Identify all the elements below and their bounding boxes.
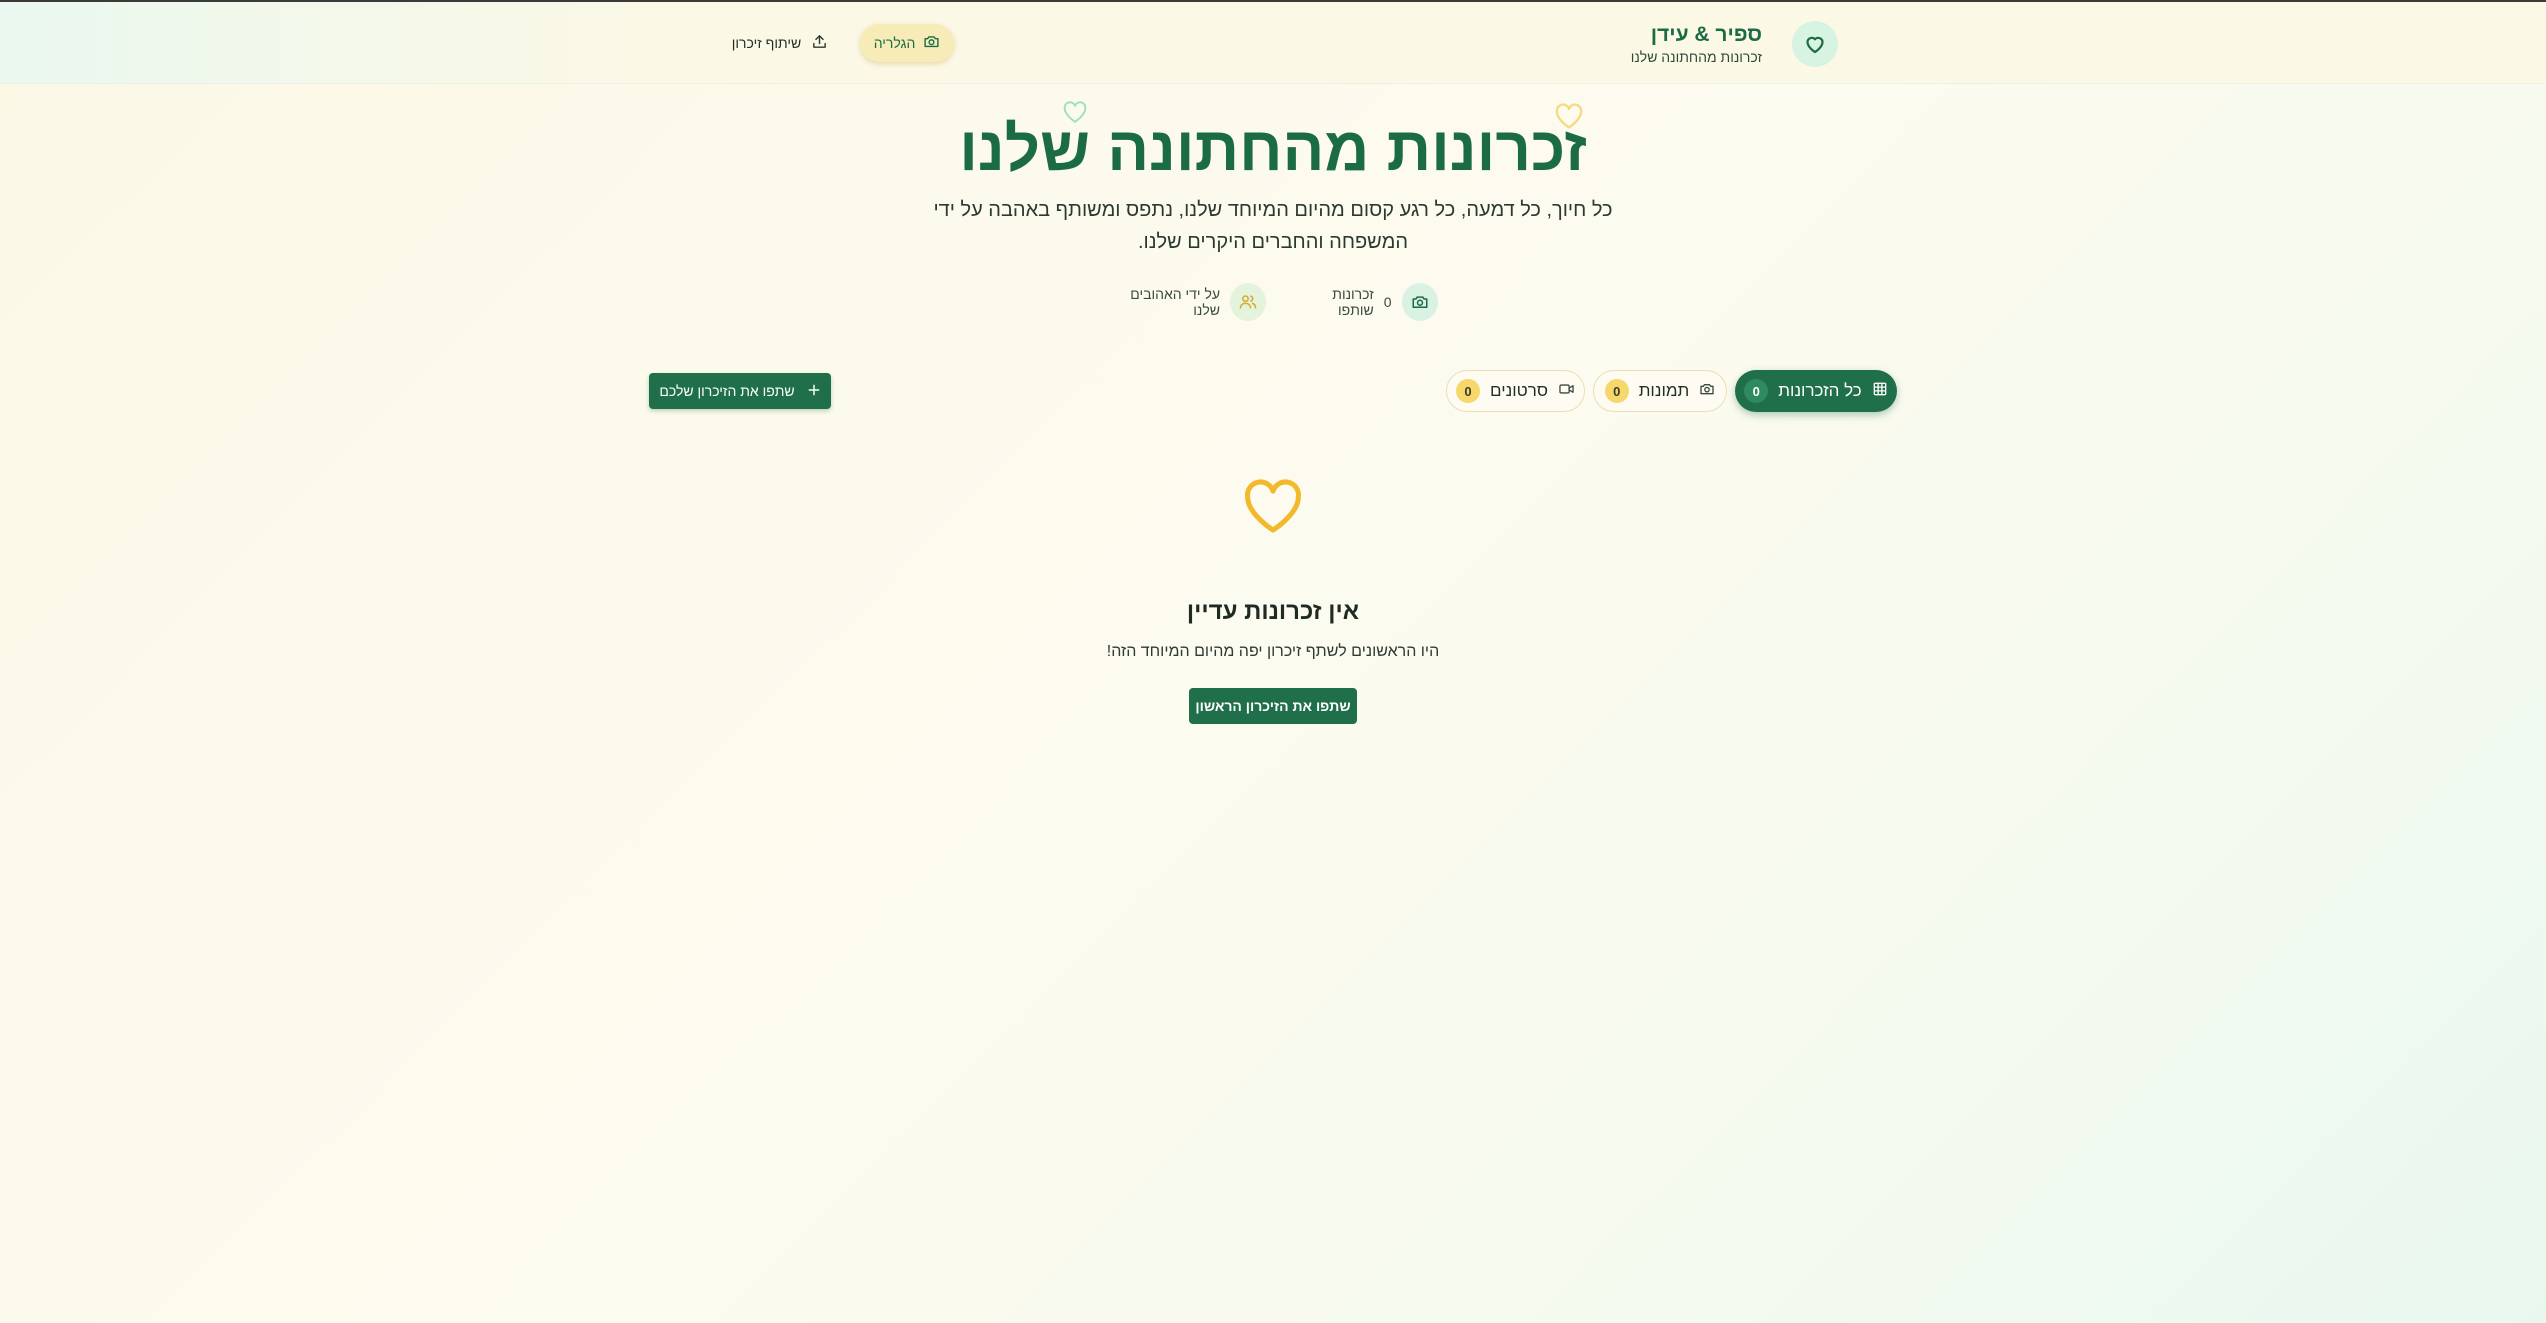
nav-gallery-label: הגלריה bbox=[873, 35, 916, 51]
grid-icon bbox=[1872, 381, 1888, 402]
brand-name: ספיר & עידן bbox=[1650, 23, 1762, 46]
heart-icon bbox=[1792, 21, 1838, 67]
stat-memories-label: זכרונות שותפו bbox=[1332, 286, 1374, 318]
nav-gallery-button[interactable]: הגלריה bbox=[860, 24, 954, 62]
page-title: זכרונות מהחתונה שלנו bbox=[959, 115, 1587, 184]
page-subtitle: כל חיוך, כל דמעה, כל רגע קסום מהיום המיו… bbox=[933, 199, 1613, 253]
stat-memories: 0 זכרונות שותפו bbox=[1296, 282, 1438, 322]
upload-icon bbox=[811, 33, 828, 53]
camera-icon bbox=[923, 33, 940, 53]
heart-icon bbox=[1241, 476, 1305, 541]
top-header: ספיר & עידן זכרונות מהחתונה שלנו הגלריה … bbox=[0, 2, 2546, 84]
share-memory-button[interactable]: שתפו את הזיכרון שלכם bbox=[649, 373, 831, 409]
empty-state-subtitle: היו הראשונים לשתף זיכרון יפה מהיום המיוח… bbox=[1106, 643, 1440, 660]
filter-all-label: כל הזכרונות bbox=[1778, 381, 1862, 400]
camera-icon bbox=[1699, 381, 1715, 402]
empty-state-title: אין זכרונות עדיין bbox=[1186, 598, 1360, 625]
camera-icon bbox=[1401, 283, 1438, 321]
filter-photos-label: תמונות bbox=[1638, 381, 1690, 400]
brand-subtitle: זכרונות מהחתונה שלנו bbox=[1630, 49, 1762, 65]
brand-text: ספיר & עידן זכרונות מהחתונה שלנו bbox=[1631, 22, 1762, 66]
share-memory-label: שתפו את הזיכרון שלכם bbox=[659, 383, 795, 399]
filter-videos-label: סרטונים bbox=[1490, 381, 1548, 400]
stat-people: על ידי האהובים שלנו bbox=[1106, 282, 1266, 322]
filter-all-tab[interactable]: כל הזכרונות 0 bbox=[1735, 370, 1897, 412]
users-icon bbox=[1230, 283, 1266, 321]
filter-videos-count: 0 bbox=[1456, 379, 1481, 403]
filter-videos-tab[interactable]: סרטונים 0 bbox=[1446, 370, 1585, 412]
nav-share-button[interactable]: שיתוף זיכרון bbox=[718, 24, 842, 62]
nav-share-label: שיתוף זיכרון bbox=[731, 35, 802, 51]
filter-photos-tab[interactable]: תמונות 0 bbox=[1593, 370, 1727, 412]
share-first-memory-button[interactable]: שתפו את הזיכרון הראשון bbox=[1189, 688, 1357, 724]
filter-all-count: 0 bbox=[1744, 379, 1769, 403]
brand[interactable]: ספיר & עידן זכרונות מהחתונה שלנו bbox=[1628, 20, 1838, 68]
video-icon bbox=[1558, 381, 1575, 402]
stat-memories-count: 0 bbox=[1383, 294, 1392, 310]
filter-photos-count: 0 bbox=[1604, 379, 1629, 403]
plus-icon bbox=[807, 383, 821, 400]
stat-people-label: על ידי האהובים שלנו bbox=[1130, 286, 1221, 318]
